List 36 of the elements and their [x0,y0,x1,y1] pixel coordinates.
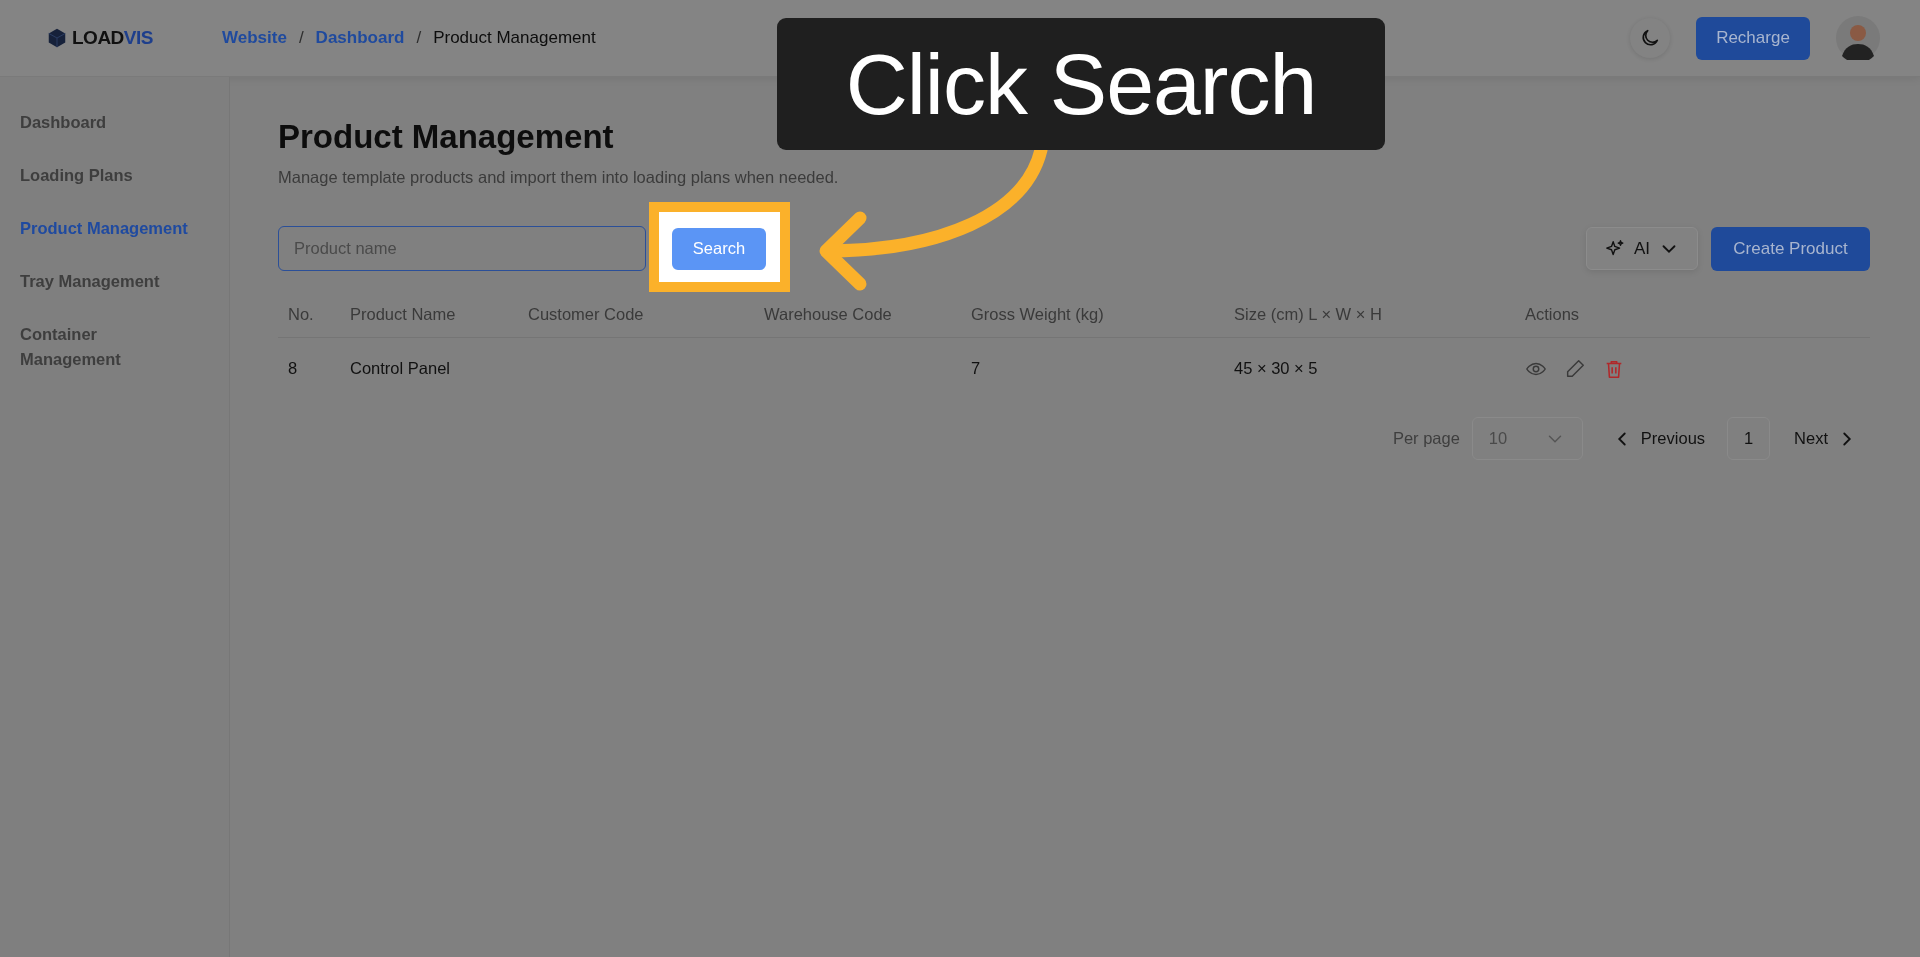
column-header: Size (cm) L × W × H [1224,291,1515,338]
breadcrumb-link[interactable]: Dashboard [315,25,405,51]
recharge-button[interactable]: Recharge [1696,16,1810,60]
theme-toggle-button[interactable] [1630,18,1670,58]
per-page-label: Per page [1392,428,1460,450]
brand-name: LOADVIS [72,25,153,50]
previous-button[interactable]: Previous [1610,426,1706,452]
sidebar-item[interactable]: Loading Plans [0,163,229,188]
table-cell: 8 [288,359,298,378]
avatar-icon[interactable] [1836,16,1880,60]
table-cell: 7 [971,359,981,378]
callout-text: Click Search [777,18,1385,150]
ai-dropdown-button[interactable]: AI [1586,227,1698,271]
breadcrumb-separator: / [416,27,422,50]
table-cell: Control Panel [350,359,450,378]
page-title: Product Management [278,117,615,157]
breadcrumb-link[interactable]: Website [222,25,287,51]
sidebar-item[interactable]: Tray Management [0,269,229,294]
column-header: Gross Weight (kg) [961,291,1224,338]
pencil-icon[interactable] [1564,357,1586,380]
column-header: Actions [1515,291,1870,338]
cube-logo-icon [46,27,68,49]
column-header: Product Name [340,291,518,338]
search-button[interactable]: Search [672,227,766,270]
sidebar-item[interactable]: Product Management [0,216,229,241]
sidebar-item[interactable]: Dashboard [0,110,229,135]
create-product-button[interactable]: Create Product [1711,226,1870,271]
breadcrumb-separator: / [298,27,304,50]
breadcrumb-current: Product Management [433,27,596,50]
page-subtitle: Manage template products and import them into loading plans when needed. [278,166,840,188]
column-header: No. [278,291,340,338]
next-button[interactable]: Next [1794,426,1858,452]
moon-icon [1639,27,1661,49]
page-number-button[interactable]: 1 [1727,417,1771,461]
sidebar-item[interactable]: Container Management [0,322,140,372]
table-cell: 45 × 30 × 5 [1234,359,1318,378]
